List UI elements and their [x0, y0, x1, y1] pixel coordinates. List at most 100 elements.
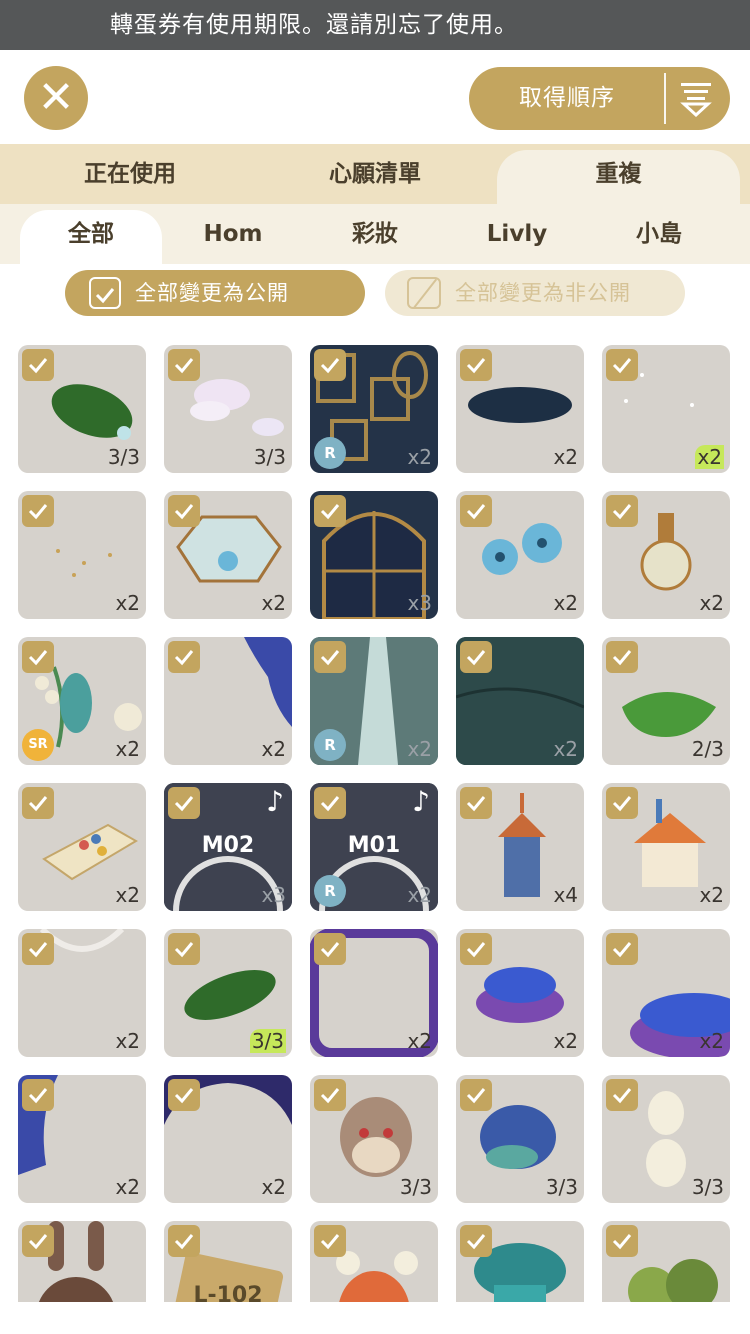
item-tile-lily-of-the-valley[interactable]: SR x2: [18, 637, 146, 765]
checkmark-icon[interactable]: [22, 641, 54, 673]
subtab-livly[interactable]: Livly: [456, 204, 578, 264]
checkmark-icon[interactable]: [460, 349, 492, 381]
item-tile-blue-cushion-large[interactable]: x2: [602, 929, 730, 1057]
item-tile-birdhouse-tall[interactable]: x4: [456, 783, 584, 911]
checkmark-icon[interactable]: [314, 933, 346, 965]
item-tile-flower-perfume-bottle[interactable]: x2: [602, 491, 730, 619]
item-tile-bush-creatures[interactable]: [602, 1221, 730, 1302]
item-tile-glass-terrarium[interactable]: x2: [164, 491, 292, 619]
checkmark-icon[interactable]: [314, 495, 346, 527]
checkmark-icon[interactable]: [314, 787, 346, 819]
checkmark-icon[interactable]: [168, 1225, 200, 1257]
sort-icon[interactable]: [679, 81, 713, 117]
subtab-makeup[interactable]: 彩妝: [314, 204, 436, 264]
plate-text: L-102: [193, 1283, 263, 1302]
checkmark-icon[interactable]: [168, 641, 200, 673]
item-tile-blue-corner-ink[interactable]: x2: [18, 1075, 146, 1203]
checkmark-icon[interactable]: [314, 349, 346, 381]
tab-duplicates[interactable]: 重複: [497, 150, 740, 204]
rarity-badge: R: [314, 729, 346, 761]
checkmark-icon[interactable]: [606, 349, 638, 381]
item-tile-picture-frames-wallpaper[interactable]: Rx2: [310, 345, 438, 473]
checkmark-icon[interactable]: [460, 495, 492, 527]
item-tile-lace-frame[interactable]: x2: [18, 929, 146, 1057]
rarity-badge: SR: [22, 729, 54, 761]
item-tile-eyeshadow-palette[interactable]: x2: [18, 783, 146, 911]
checkmark-icon[interactable]: [22, 349, 54, 381]
checkmark-icon[interactable]: [22, 1225, 54, 1257]
item-tile-bunny-plush[interactable]: [18, 1221, 146, 1302]
item-count: x3: [407, 591, 432, 615]
checkmark-icon[interactable]: [606, 1225, 638, 1257]
item-tile-starry-puddle[interactable]: x2: [456, 345, 584, 473]
checkmark-icon[interactable]: [168, 495, 200, 527]
acquisition-order-button[interactable]: 取得順序: [469, 67, 730, 130]
checkmark-icon[interactable]: [168, 349, 200, 381]
checkmark-icon[interactable]: [606, 495, 638, 527]
item-tile-pencil-cottage[interactable]: x2: [602, 783, 730, 911]
checkmark-icon[interactable]: [460, 1225, 492, 1257]
checkmark-icon[interactable]: [22, 933, 54, 965]
item-count: 3/3: [399, 1175, 432, 1199]
item-tile-soap-bubbles[interactable]: 3/3: [164, 345, 292, 473]
checkmark-icon[interactable]: [314, 1225, 346, 1257]
item-tile-blue-cushion[interactable]: x2: [456, 929, 584, 1057]
checkmark-icon[interactable]: [460, 1079, 492, 1111]
item-count: x2: [115, 591, 140, 615]
item-tile-chick-eggs[interactable]: 3/3: [602, 1075, 730, 1203]
item-tile-purple-frame[interactable]: x2: [310, 929, 438, 1057]
tab-wishlist[interactable]: 心願清單: [305, 144, 445, 204]
subtab-island[interactable]: 小島: [598, 204, 720, 264]
item-tile-misty-forest-path[interactable]: Rx2: [310, 637, 438, 765]
item-tile-mushroom-creature[interactable]: [456, 1221, 584, 1302]
item-tile-blue-ink-frame[interactable]: x2: [164, 637, 292, 765]
set-all-public-button[interactable]: 全部變更為公開: [65, 270, 365, 316]
item-tile-sparkle-dust[interactable]: x2: [602, 345, 730, 473]
item-tile-bunny-egg[interactable]: 3/3: [310, 1075, 438, 1203]
item-tile-blue-fuzzy-creature[interactable]: 3/3: [456, 1075, 584, 1203]
checkmark-icon[interactable]: [460, 641, 492, 673]
set-all-private-button[interactable]: 全部變更為非公開: [385, 270, 685, 316]
item-count: x2: [407, 737, 432, 761]
item-tile-purple-arch-frame[interactable]: x2: [164, 1075, 292, 1203]
item-count: 2/3: [691, 737, 724, 761]
item-count: 3/3: [253, 445, 286, 469]
rarity-badge: R: [314, 437, 346, 469]
item-count: x2: [261, 591, 286, 615]
item-tile-stone-floor[interactable]: x2: [456, 637, 584, 765]
checkmark-icon[interactable]: [168, 1079, 200, 1111]
checkmark-icon[interactable]: [22, 495, 54, 527]
checkmark-icon[interactable]: [314, 1079, 346, 1111]
close-button[interactable]: ✕: [24, 66, 88, 130]
checkmark-icon[interactable]: [22, 1079, 54, 1111]
subtab-hom[interactable]: Hom: [172, 204, 294, 264]
checkmark-icon[interactable]: [168, 787, 200, 819]
checkmark-icon[interactable]: [314, 641, 346, 673]
item-tile-arched-night-window[interactable]: x3: [310, 491, 438, 619]
tab-in-use[interactable]: 正在使用: [60, 144, 200, 204]
checkmark-icon[interactable]: [606, 787, 638, 819]
item-tile-orange-creature[interactable]: [310, 1221, 438, 1302]
item-count: x4: [553, 883, 578, 907]
checkmark-icon[interactable]: [168, 933, 200, 965]
item-tile-music-record-m02[interactable]: M02 ♪ x3: [164, 783, 292, 911]
checkmark-icon[interactable]: [22, 787, 54, 819]
subtab-all[interactable]: 全部: [20, 210, 162, 264]
checkmark-icon[interactable]: [606, 1079, 638, 1111]
checkmark-icon[interactable]: [460, 787, 492, 819]
item-count: x2: [699, 883, 724, 907]
item-tile-green-leaf-hat[interactable]: 2/3: [602, 637, 730, 765]
checkmark-icon[interactable]: [606, 641, 638, 673]
item-count: 3/3: [107, 445, 140, 469]
item-count: x2: [695, 445, 724, 469]
item-tile-monstera-leaf[interactable]: 3/3: [164, 929, 292, 1057]
item-tile-golden-glitter[interactable]: x2: [18, 491, 146, 619]
item-tile-blue-flowers[interactable]: x2: [456, 491, 584, 619]
item-tile-license-plate[interactable]: L-102: [164, 1221, 292, 1302]
item-tile-music-record-m01[interactable]: M01 ♪ Rx2: [310, 783, 438, 911]
item-count: x2: [407, 445, 432, 469]
checkmark-icon[interactable]: [606, 933, 638, 965]
checkmark-icon[interactable]: [460, 933, 492, 965]
item-tile-leaf-with-dew[interactable]: 3/3: [18, 345, 146, 473]
item-count: 3/3: [249, 1029, 286, 1053]
